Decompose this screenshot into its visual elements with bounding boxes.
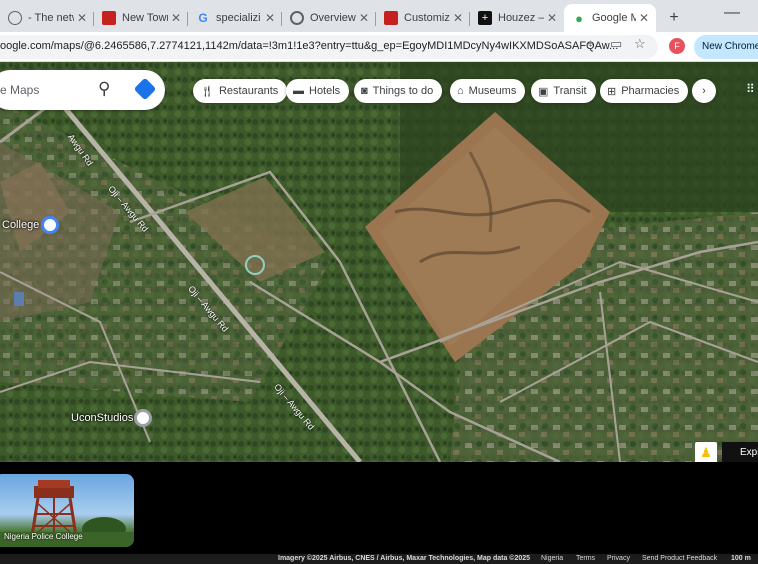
chip-label: Museums bbox=[468, 85, 517, 97]
museum-icon: ⌂ bbox=[457, 85, 464, 97]
tab-title: Houzez – bbox=[498, 12, 544, 24]
maps-pin-icon: ● bbox=[575, 10, 583, 26]
chip-transit[interactable]: ▣ Transit bbox=[531, 79, 596, 103]
directions-icon[interactable] bbox=[133, 77, 157, 101]
tab-2[interactable]: New Town ✕ bbox=[94, 4, 188, 32]
plus-square-icon: + bbox=[478, 11, 492, 25]
chip-label: Transit bbox=[553, 85, 587, 97]
footer-country: Nigeria bbox=[541, 555, 564, 562]
place-photo-card[interactable]: Nigeria Police College bbox=[0, 474, 134, 547]
new-tab-button[interactable]: + bbox=[662, 6, 686, 30]
tab-title: Google Ma bbox=[592, 12, 636, 24]
close-icon[interactable]: ✕ bbox=[262, 11, 278, 25]
tab-5[interactable]: Customize ✕ bbox=[376, 4, 470, 32]
tab-1[interactable]: - The netw ✕ bbox=[0, 4, 94, 32]
tab-strip: - The netw ✕ New Town ✕ G specializi ✕ O… bbox=[0, 0, 758, 32]
new-chrome-button[interactable]: New Chrome a bbox=[694, 35, 758, 59]
close-icon[interactable]: ✕ bbox=[636, 11, 652, 25]
search-placeholder: e Maps bbox=[0, 83, 40, 97]
tab-3[interactable]: G specializi ✕ bbox=[188, 4, 282, 32]
chip-hotels[interactable]: ▬ Hotels bbox=[286, 79, 350, 103]
pharmacy-icon: ⊞ bbox=[607, 85, 617, 98]
google-icon: G bbox=[198, 11, 208, 25]
search-icon[interactable]: ⚲ bbox=[98, 79, 110, 99]
terms-link[interactable]: Terms bbox=[576, 555, 595, 562]
tab-title: Customize bbox=[404, 12, 450, 24]
tab-4[interactable]: Overview ✕ bbox=[282, 4, 376, 32]
bus-icon: ▣ bbox=[538, 85, 549, 98]
bookmark-star-icon[interactable]: ☆ bbox=[634, 36, 646, 52]
tab-title: New Town bbox=[122, 12, 168, 24]
address-bar[interactable]: oogle.com/maps/@6.2465586,7.2774121,1142… bbox=[0, 35, 658, 59]
chip-pharmacies[interactable]: ⊞ Pharmacies bbox=[600, 79, 689, 103]
search-box[interactable]: e Maps ⚲ bbox=[0, 70, 165, 110]
place-label-college[interactable]: College bbox=[2, 219, 39, 231]
chip-things-to-do[interactable]: ◙ Things to do bbox=[354, 79, 443, 103]
camera-icon: ◙ bbox=[361, 85, 368, 97]
bottom-panel: Nigeria Police College bbox=[0, 462, 758, 564]
chip-restaurants[interactable]: 🍴︎ Restaurants bbox=[193, 79, 288, 103]
profile-avatar[interactable]: F bbox=[669, 38, 685, 54]
close-icon[interactable]: ✕ bbox=[74, 11, 90, 25]
pegman-icon[interactable]: ♟ bbox=[695, 442, 717, 462]
fork-knife-icon: 🍴︎ bbox=[200, 85, 214, 98]
satellite-map[interactable]: e Maps ⚲ 🍴︎ Restaurants ▬ Hotels ◙ Thing… bbox=[0, 62, 758, 462]
privacy-link[interactable]: Privacy bbox=[607, 555, 630, 562]
chip-label: Things to do bbox=[372, 85, 434, 97]
red-banner-icon bbox=[384, 11, 398, 25]
chips-more-button[interactable]: › bbox=[692, 79, 716, 103]
apps-grid-icon[interactable]: ⠿ bbox=[746, 82, 755, 96]
install-app-icon[interactable]: ▭ bbox=[610, 36, 622, 52]
close-icon[interactable]: ✕ bbox=[168, 11, 184, 25]
explore-button[interactable]: Explo bbox=[722, 442, 758, 462]
tab-title: specializi bbox=[216, 12, 261, 24]
bed-icon: ▬ bbox=[293, 85, 304, 97]
tab-google-maps[interactable]: ● Google Ma ✕ bbox=[564, 4, 656, 32]
chevron-right-icon: › bbox=[702, 85, 706, 97]
tab-title: - The netw bbox=[28, 12, 74, 24]
place-pin-icon[interactable] bbox=[134, 409, 152, 427]
photo-caption: Nigeria Police College bbox=[4, 532, 83, 541]
close-icon[interactable]: ✕ bbox=[356, 11, 372, 25]
tab-title: Overview bbox=[310, 12, 356, 24]
address-toolbar: oogle.com/maps/@6.2465586,7.2774121,1142… bbox=[0, 32, 758, 62]
chip-label: Pharmacies bbox=[621, 85, 680, 97]
place-label-uconstudios[interactable]: UconStudios bbox=[71, 412, 133, 424]
location-pin-icon[interactable]: ⌖ bbox=[587, 36, 594, 52]
red-banner-icon bbox=[102, 11, 116, 25]
school-pin-icon[interactable] bbox=[41, 216, 59, 234]
send-feedback-link[interactable]: Send Product Feedback bbox=[642, 555, 717, 562]
globe-icon bbox=[290, 11, 304, 25]
url-text: oogle.com/maps/@6.2465586,7.2774121,1142… bbox=[0, 40, 619, 52]
imagery-credit: Imagery ©2025 Airbus, CNES / Airbus, Max… bbox=[278, 555, 531, 562]
minimize-icon[interactable]: — bbox=[724, 4, 740, 22]
close-icon[interactable]: ✕ bbox=[544, 11, 560, 25]
circle-check-icon bbox=[8, 11, 22, 25]
satellite-imagery bbox=[0, 62, 758, 462]
map-footer: Imagery ©2025 Airbus, CNES / Airbus, Max… bbox=[0, 554, 758, 564]
chip-label: Hotels bbox=[309, 85, 341, 97]
tab-6[interactable]: + Houzez – ✕ bbox=[470, 4, 564, 32]
scale-label: 100 m bbox=[731, 555, 751, 562]
chip-label: Restaurants bbox=[218, 85, 279, 97]
close-icon[interactable]: ✕ bbox=[450, 11, 466, 25]
chip-museums[interactable]: ⌂ Museums bbox=[450, 79, 526, 103]
